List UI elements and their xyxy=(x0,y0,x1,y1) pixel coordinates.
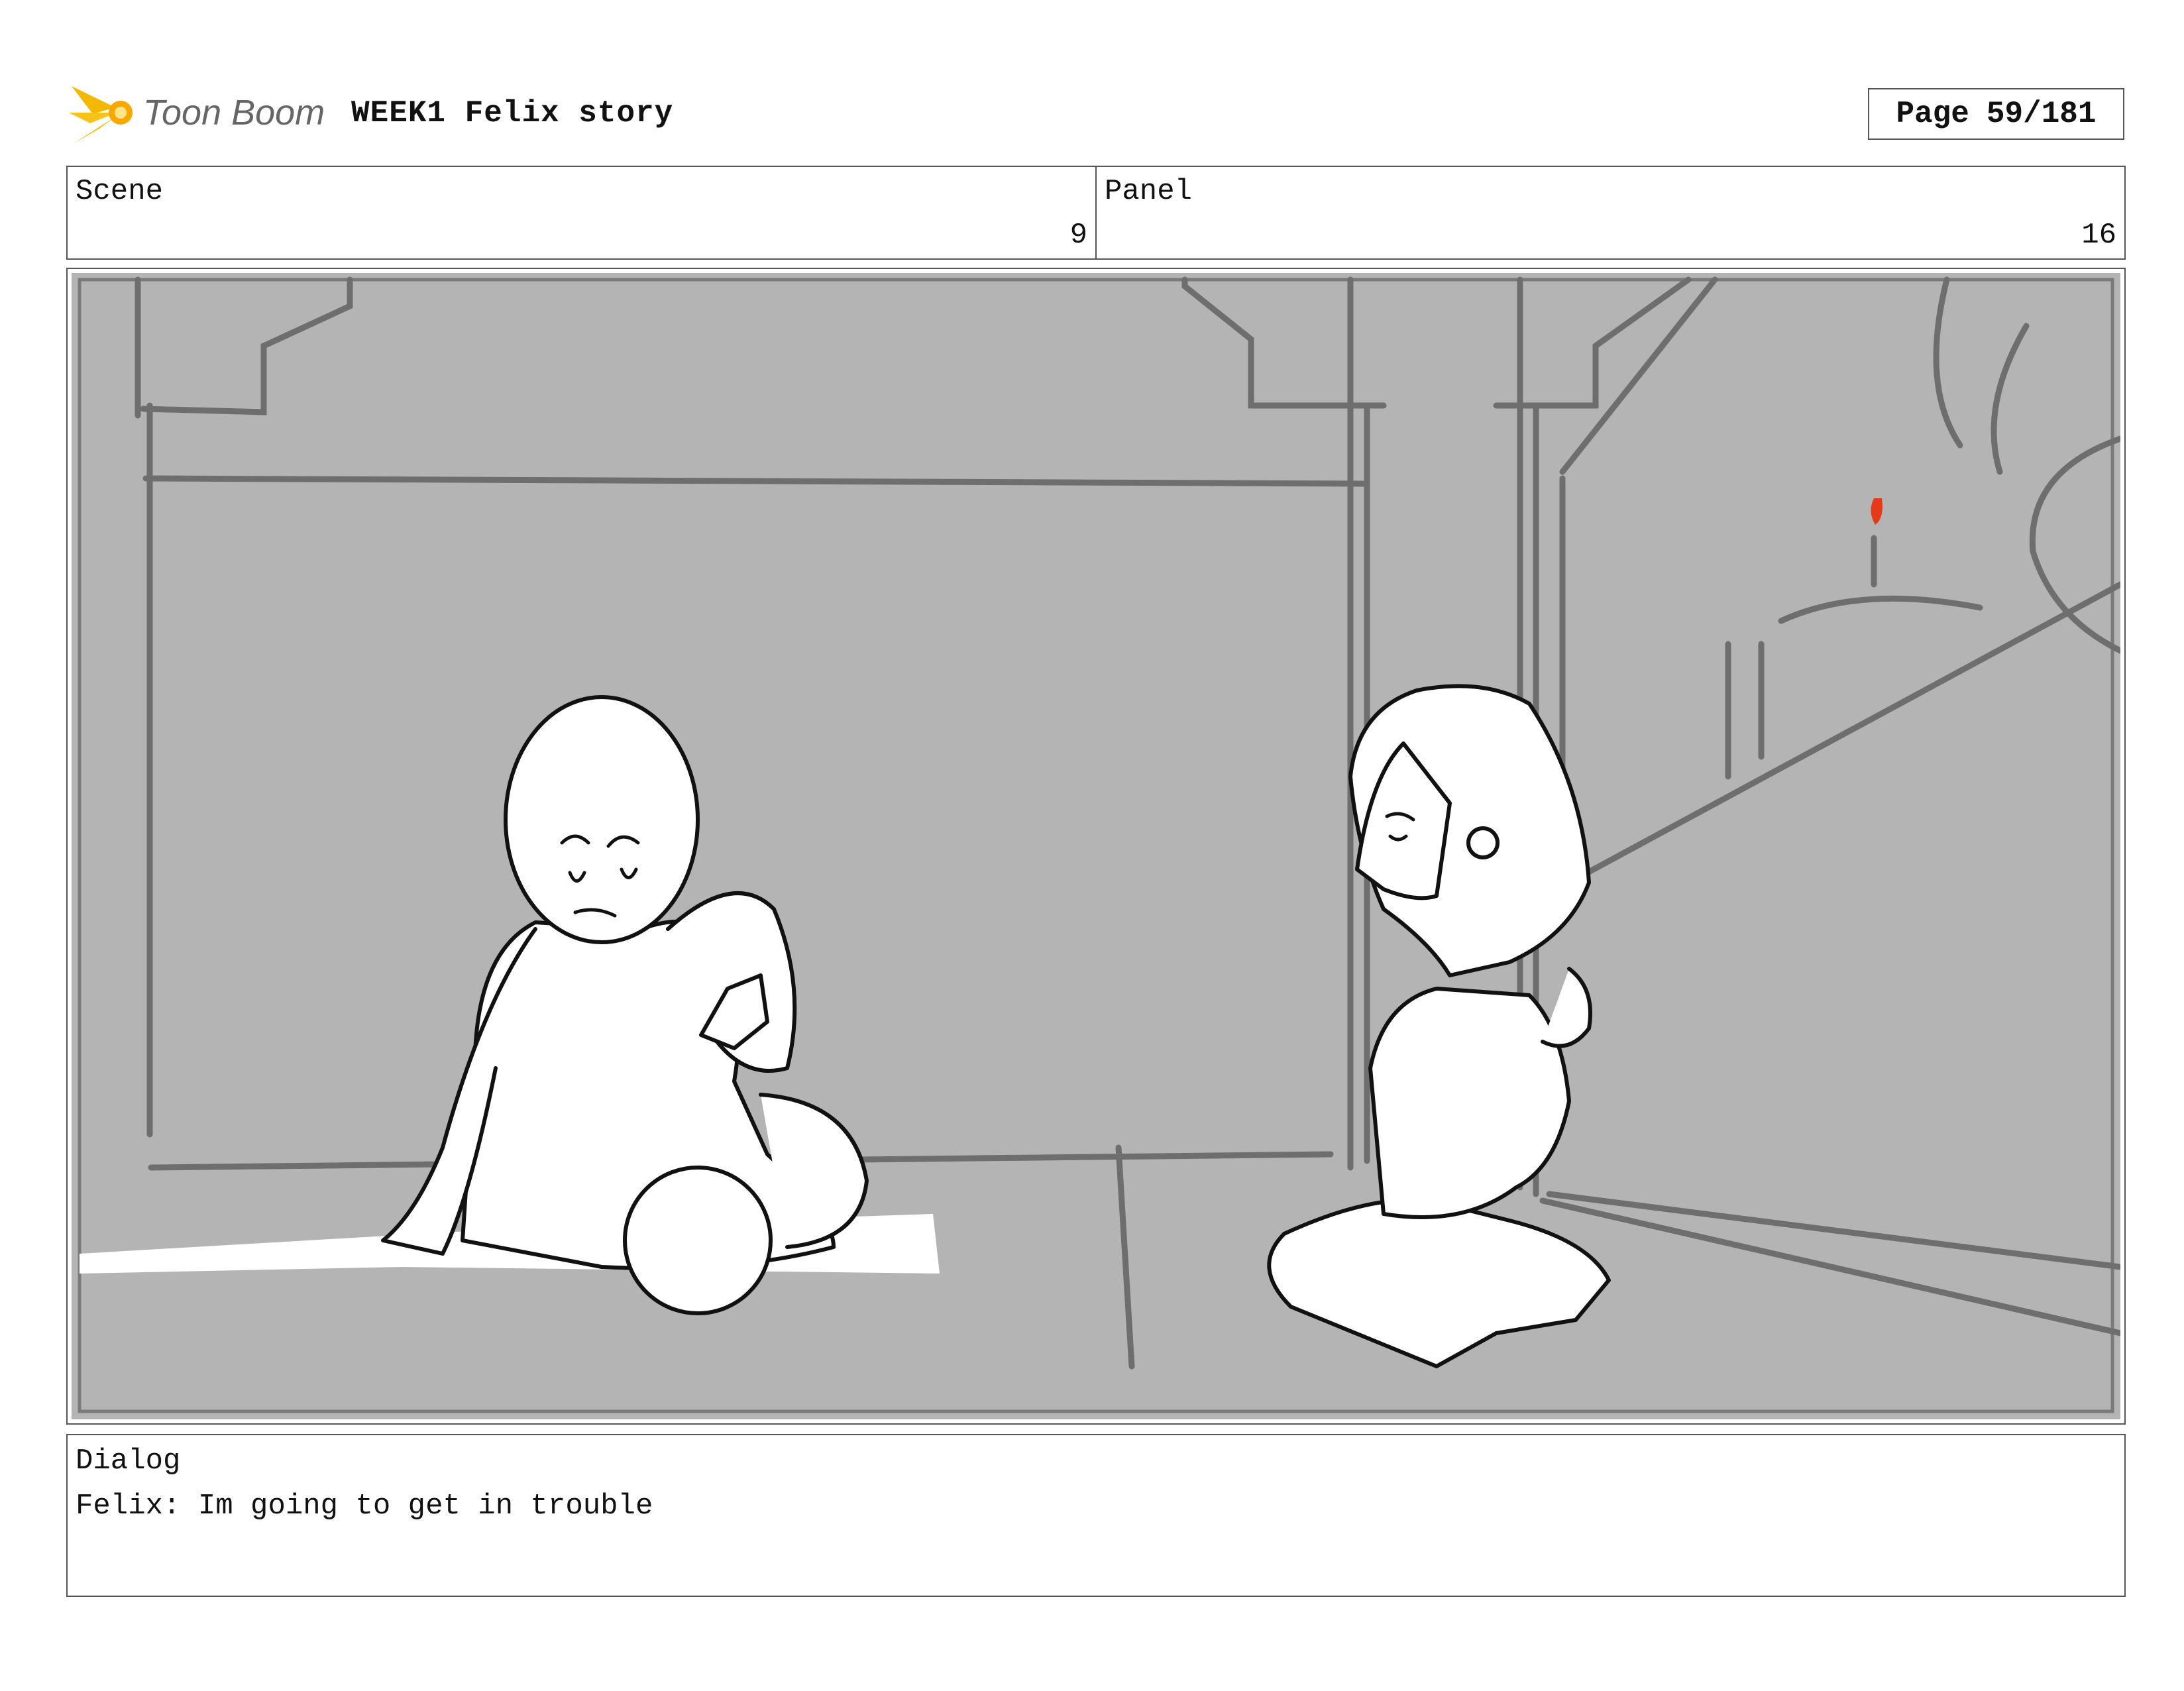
page-label: Page xyxy=(1896,97,1969,131)
storyboard-sketch xyxy=(72,273,2120,1419)
scene-label: Scene xyxy=(76,175,164,208)
page-counter: Page 59/181 xyxy=(1868,88,2124,140)
dialog-label: Dialog xyxy=(76,1445,181,1478)
panel-cell: Panel 16 xyxy=(1095,167,2124,258)
page-value: 59/181 xyxy=(1986,97,2097,131)
scene-cell: Scene 9 xyxy=(68,167,1095,258)
dialog-box: Dialog Felix: Im going to get in trouble xyxy=(66,1434,2126,1597)
document-title: WEEK1 Felix story xyxy=(351,96,674,131)
panel-number: 16 xyxy=(2081,219,2116,252)
logo-text: Toon Boom xyxy=(143,93,325,133)
dialog-text: Felix: Im going to get in trouble xyxy=(76,1490,653,1523)
scene-panel-header: Scene 9 Panel 16 xyxy=(66,166,2126,260)
logo-burst-icon xyxy=(69,86,133,143)
scene-number: 9 xyxy=(1069,219,1087,252)
storyboard-panel xyxy=(66,268,2126,1425)
toon-boom-logo: Toon Boom xyxy=(69,74,334,154)
panel-label: Panel xyxy=(1105,175,1193,208)
